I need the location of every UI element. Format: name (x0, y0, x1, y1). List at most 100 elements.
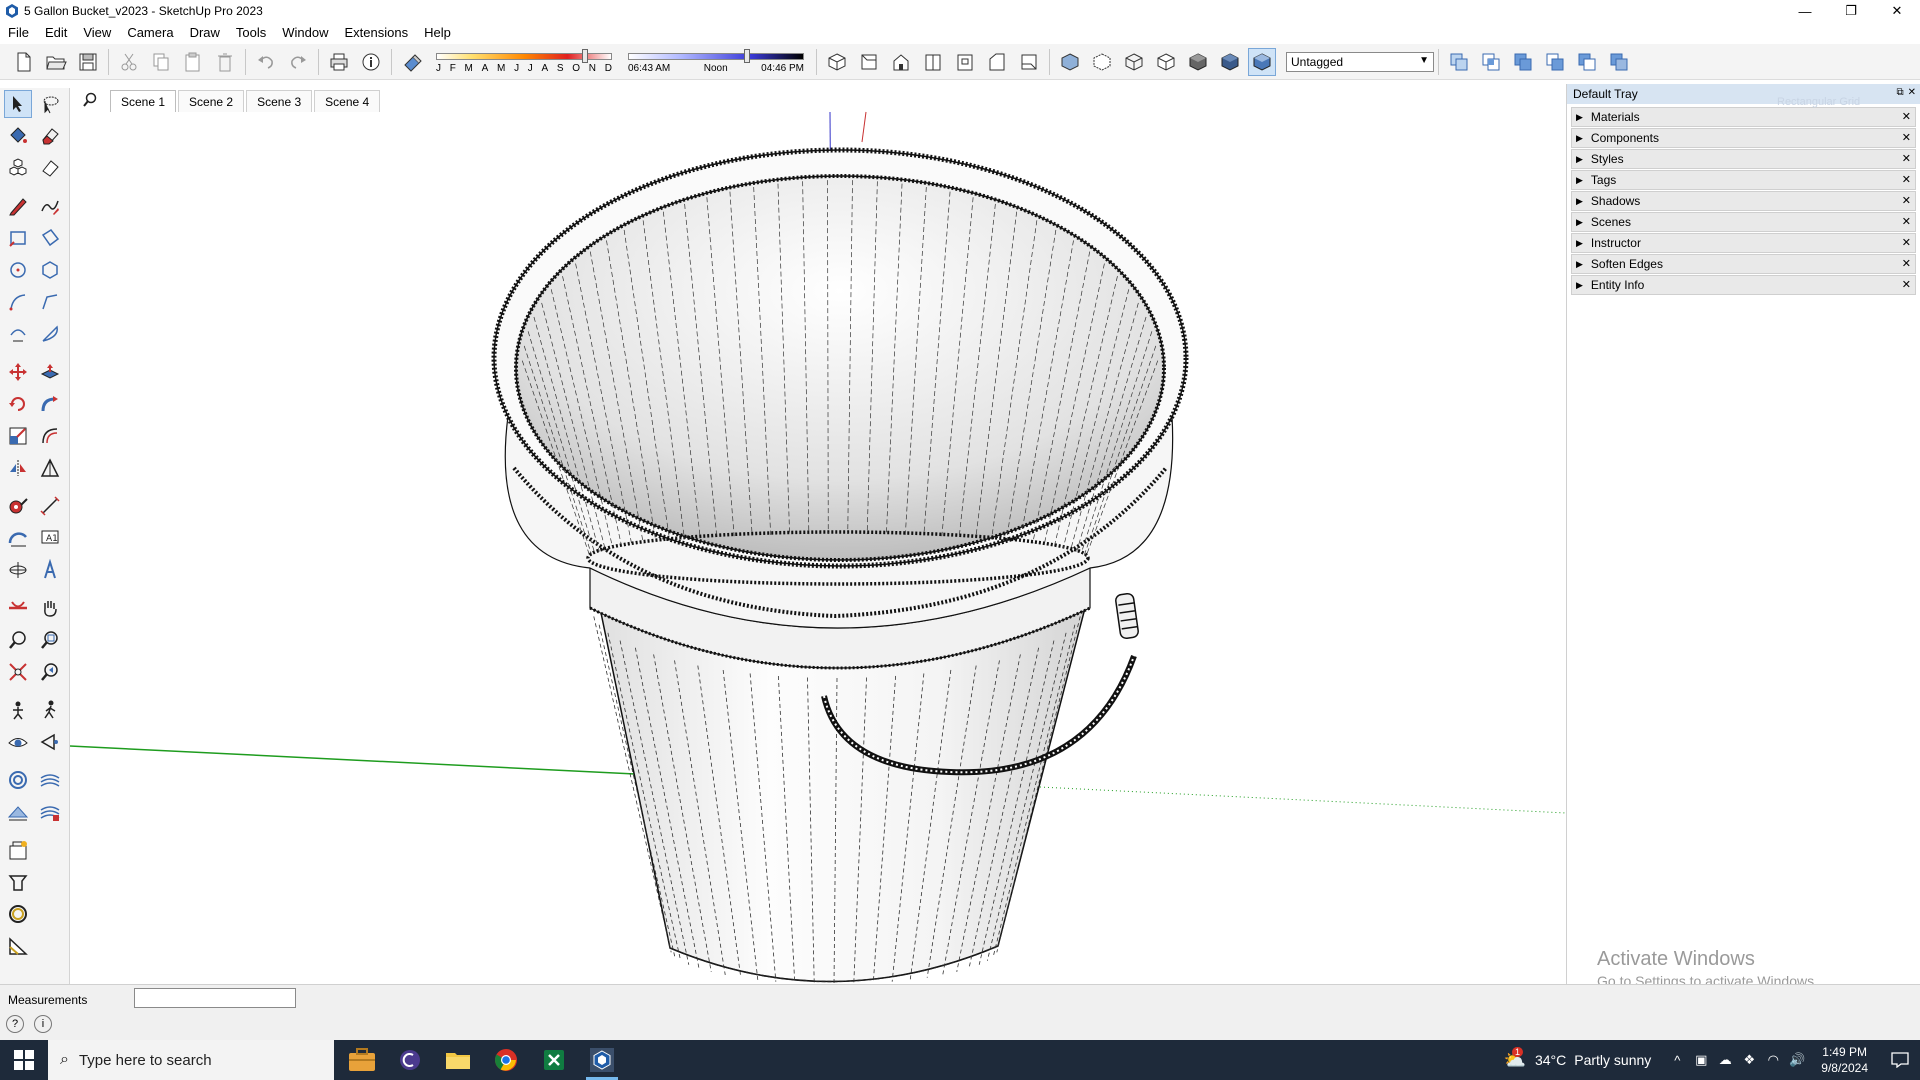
flip-edge-tool[interactable] (4, 932, 32, 960)
minimize-button[interactable]: — (1782, 0, 1828, 22)
taskbar-clock[interactable]: 1:49 PM 9/8/2024 (1821, 1044, 1868, 1076)
flip-tool[interactable] (4, 454, 32, 482)
menu-camera[interactable]: Camera (119, 22, 181, 44)
volume-icon[interactable]: 🔊 (1785, 1052, 1809, 1068)
undo-button[interactable] (252, 48, 280, 76)
circle-tool[interactable] (4, 256, 32, 284)
meet-now-icon[interactable]: ▣ (1689, 1052, 1713, 1068)
offset-tool[interactable] (36, 422, 64, 450)
component-tool[interactable] (4, 154, 32, 182)
menu-extensions[interactable]: Extensions (337, 22, 417, 44)
two-point-arc-tool[interactable] (36, 288, 64, 316)
close-icon[interactable]: ✕ (1902, 236, 1911, 249)
iso-view-button[interactable] (823, 48, 851, 76)
chevron-up-icon[interactable]: ^ (1665, 1053, 1689, 1068)
paste-button[interactable] (179, 48, 207, 76)
modeling-viewport[interactable]: Scene 1 Scene 2 Scene 3 Scene 4 (70, 88, 1566, 984)
section-plane-tool[interactable] (4, 594, 32, 622)
panel-instructor[interactable]: ▶ Instructor ✕ (1571, 233, 1916, 253)
panel-materials[interactable]: ▶ Materials ✕ (1571, 107, 1916, 127)
tag-eraser-tool[interactable] (36, 154, 64, 182)
start-button[interactable] (0, 1040, 48, 1080)
pin-icon[interactable]: ⧉ (1896, 87, 1903, 98)
warehouse-tool[interactable] (4, 836, 32, 864)
dimension-tool[interactable] (36, 492, 64, 520)
polygon-tool[interactable] (36, 256, 64, 284)
close-icon[interactable]: ✕ (1902, 173, 1911, 186)
close-icon[interactable]: ✕ (1902, 257, 1911, 270)
taskbar-search[interactable]: ⌕ Type here to search (48, 1040, 334, 1080)
menu-window[interactable]: Window (274, 22, 336, 44)
lasso-tool[interactable] (36, 90, 64, 118)
copy-button[interactable] (147, 48, 175, 76)
onedrive-cloud-icon[interactable]: ☁ (1713, 1052, 1737, 1068)
month-slider-thumb[interactable] (582, 48, 589, 63)
wifi-icon[interactable]: ◠ (1761, 1052, 1785, 1068)
tape-measure-tool[interactable] (4, 492, 32, 520)
shadow-month-slider[interactable]: JFMAMJJASOND (436, 47, 612, 77)
weather-widget[interactable]: ⛅ 1 34°C Partly sunny (1504, 1047, 1651, 1071)
panel-entity-info[interactable]: ▶ Entity Info ✕ (1571, 275, 1916, 295)
geo-location-icon[interactable]: ? (6, 1015, 24, 1033)
model-info-button[interactable] (357, 48, 385, 76)
select-tool[interactable] (4, 90, 32, 118)
info-icon[interactable]: i (34, 1015, 52, 1033)
trim-button[interactable] (1573, 48, 1601, 76)
subtract-button[interactable] (1541, 48, 1569, 76)
measurements-input[interactable] (134, 988, 296, 1008)
menu-draw[interactable]: Draw (182, 22, 228, 44)
scene-tab-2[interactable]: Scene 2 (178, 90, 245, 112)
close-button[interactable]: ✕ (1874, 0, 1920, 22)
protractor-tool[interactable] (4, 524, 32, 552)
three-point-arc-tool[interactable] (4, 320, 32, 348)
drape-tool[interactable] (4, 868, 32, 896)
eraser-tool[interactable] (36, 122, 64, 150)
add-detail-tool[interactable] (4, 900, 32, 928)
redo-button[interactable] (284, 48, 312, 76)
close-icon[interactable]: ✕ (1902, 110, 1911, 123)
maximize-button[interactable]: ❐ (1828, 0, 1874, 22)
taskbar-file-explorer[interactable] (434, 1040, 482, 1080)
3d-text-tool[interactable] (36, 556, 64, 584)
scene-tab-1[interactable]: Scene 1 (110, 90, 177, 112)
outer-shell-button[interactable] (1445, 48, 1473, 76)
smoove-tool[interactable] (4, 798, 32, 826)
axes-tool[interactable] (4, 556, 32, 584)
bucket-opening[interactable] (515, 175, 1165, 561)
tag-dropdown[interactable]: Untagged ▼ (1286, 51, 1434, 72)
time-slider-thumb[interactable] (743, 48, 750, 63)
line-tool[interactable] (4, 192, 32, 220)
rotated-rectangle-tool[interactable] (36, 224, 64, 252)
intersect-button[interactable] (1477, 48, 1505, 76)
position-camera-tool[interactable] (4, 696, 32, 724)
shadow-time-slider[interactable]: 06:43 AM Noon 04:46 PM (628, 47, 804, 77)
scene-search-icon[interactable] (70, 88, 110, 112)
follow-me-tool[interactable] (36, 390, 64, 418)
top-view-button[interactable] (855, 48, 883, 76)
shadows-toggle-button[interactable] (398, 48, 426, 76)
taskbar-sketchup[interactable] (578, 1040, 626, 1080)
panel-shadows[interactable]: ▶ Shadows ✕ (1571, 191, 1916, 211)
menu-view[interactable]: View (75, 22, 119, 44)
panel-tags[interactable]: ▶ Tags ✕ (1571, 170, 1916, 190)
close-icon[interactable]: ✕ (1902, 152, 1911, 165)
stamp-tool[interactable] (36, 798, 64, 826)
zoom-window-tool[interactable] (36, 626, 64, 654)
menu-help[interactable]: Help (416, 22, 459, 44)
move-tool[interactable] (4, 358, 32, 386)
notification-center-icon[interactable] (1880, 1052, 1920, 1068)
shaded-style-button[interactable] (1184, 48, 1212, 76)
cut-button[interactable] (115, 48, 143, 76)
taskbar-excel[interactable] (530, 1040, 578, 1080)
scene-tab-4[interactable]: Scene 4 (314, 90, 381, 112)
back-edges-style-button[interactable] (1088, 48, 1116, 76)
zoom-extents-tool[interactable] (4, 658, 32, 686)
taskbar-chrome[interactable] (482, 1040, 530, 1080)
new-file-button[interactable] (10, 48, 38, 76)
split-button[interactable] (1605, 48, 1633, 76)
erase-button[interactable] (211, 48, 239, 76)
previous-view-tool[interactable] (36, 658, 64, 686)
panel-components[interactable]: ▶ Components ✕ (1571, 128, 1916, 148)
advanced-camera-tool[interactable] (36, 728, 64, 756)
taskbar-briefcase-app[interactable] (338, 1040, 386, 1080)
